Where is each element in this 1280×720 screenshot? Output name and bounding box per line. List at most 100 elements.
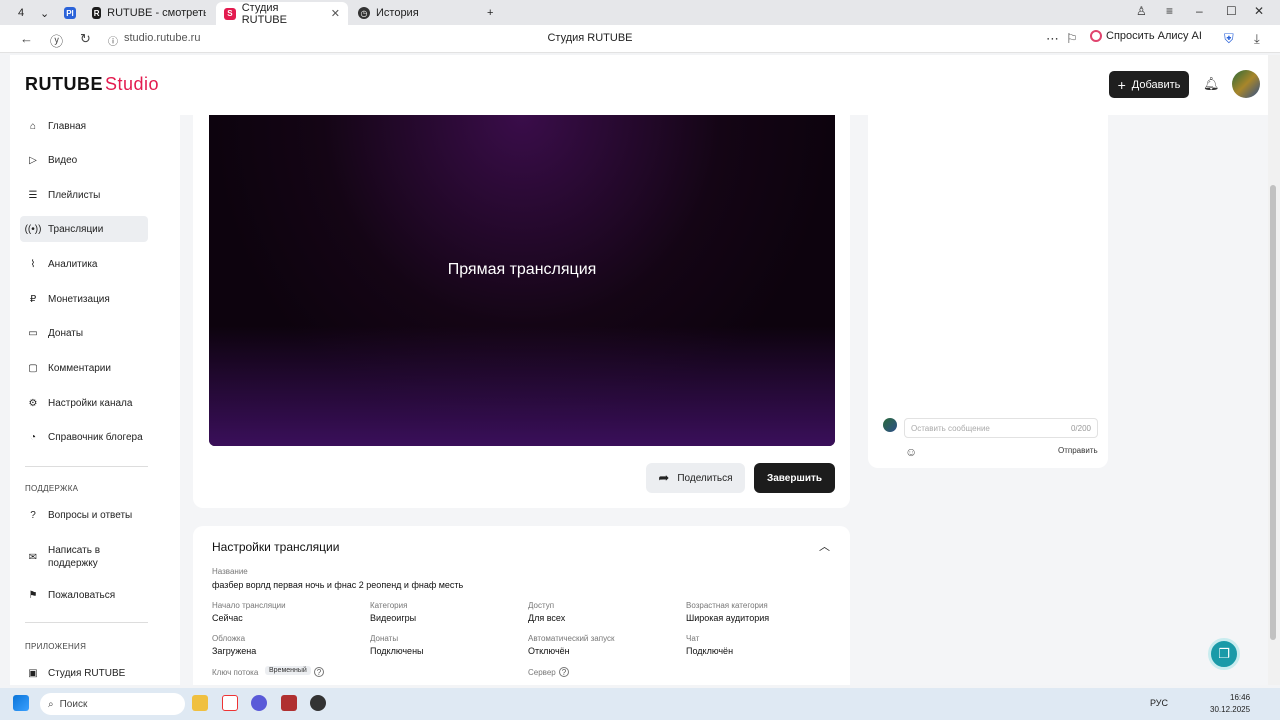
donate-icon: ▭ (28, 327, 38, 339)
language-indicator[interactable]: РУС (1150, 698, 1168, 708)
new-tab-button[interactable]: + (484, 3, 502, 23)
windows-start-icon[interactable] (13, 695, 29, 711)
field-label: Донаты (370, 634, 399, 643)
sidebar-item-donations[interactable]: ▭ Донаты (20, 320, 148, 346)
field-value: Подключены (370, 646, 424, 656)
sidebar-item-report[interactable]: ⚑ Пожаловаться (20, 582, 148, 608)
field-value: Отключён (528, 646, 570, 656)
more-icon[interactable]: ⋯ (1046, 31, 1059, 47)
sidebar-item-studio-app[interactable]: ▣ Студия RUTUBE (20, 660, 148, 686)
field-value: Сейчас (212, 613, 243, 623)
field-label: Ключ потока (212, 668, 259, 677)
temporary-badge: Временный (265, 666, 311, 675)
sidebar-item-monetization[interactable]: ₽ Монетизация (20, 286, 148, 312)
sidebar-item-video[interactable]: ▷ Видео (20, 147, 148, 173)
protect-shield-icon[interactable]: ⛨ (1224, 31, 1234, 47)
profile-icon[interactable]: ♙ (1136, 4, 1147, 18)
field-label: Возрастная категория (686, 601, 768, 610)
end-stream-button[interactable]: Завершить (754, 463, 835, 493)
help-icon[interactable]: ? (314, 667, 324, 677)
divider (25, 622, 148, 623)
maximize-icon[interactable]: ☐ (1226, 4, 1237, 18)
notifications-bell-icon[interactable]: 🔔︎ (1203, 76, 1220, 92)
rutube-favicon-icon: R (92, 7, 102, 19)
studio-favicon-icon: S (224, 7, 236, 20)
address-bar: ← ⓨ ↻ ⓘ studio.rutube.ru Студия RUTUBE ⋯… (0, 25, 1280, 53)
tab-list-chevron-icon[interactable]: ⌄ (40, 3, 56, 23)
history-clock-icon: ◷ (358, 7, 370, 19)
sidebar-item-comments[interactable]: ▢ Комментарии (20, 355, 148, 381)
sidebar-item-channel-settings[interactable]: ⚙ Настройки канала (20, 390, 148, 416)
system-clock[interactable]: 16:46 30.12.2025 (1210, 692, 1250, 716)
tab-counter[interactable]: 4 (14, 3, 34, 23)
pinned-tab[interactable]: Pl (60, 3, 80, 23)
sidebar-item-home[interactable]: ⌂ Главная (20, 113, 148, 139)
bookmark-icon[interactable]: ⚐ (1066, 31, 1078, 47)
field-label: Обложка (212, 634, 246, 643)
app-icon[interactable] (310, 695, 326, 711)
stream-card: Прямая трансляция ➦ Поделиться Завершить (193, 115, 850, 508)
send-button[interactable]: Отправить (1058, 446, 1098, 455)
app-icon: ▣ (28, 667, 38, 679)
add-button[interactable]: + Добавить (1109, 71, 1189, 98)
tab-history[interactable]: ◷ История (350, 3, 480, 23)
taskbar-search[interactable]: ⌕ Поиск (40, 693, 185, 715)
stream-settings-panel: Настройки трансляции ︿ Название фазбер в… (193, 526, 850, 685)
chat-bubbles-icon: ❐ (1218, 646, 1230, 661)
avatar (883, 418, 897, 432)
close-tab-icon[interactable]: ✕ (331, 7, 340, 20)
chat-panel: Оставить сообщение 0/200 ☺ Отправить (868, 115, 1108, 468)
windows-taskbar: ⌕ Поиск РУС 16:46 30.12.2025 (0, 688, 1280, 720)
window-close-icon[interactable]: ✕ (1254, 4, 1264, 18)
share-button[interactable]: ➦ Поделиться (646, 463, 745, 493)
sidebar-item-write-support[interactable]: ✉ Написать в поддержку (20, 540, 148, 574)
field-value: Видеоигры (370, 613, 417, 623)
field-value: Для всех (528, 613, 566, 623)
rutube-studio-logo[interactable]: RUTUBE Studio (25, 74, 159, 95)
file-explorer-icon[interactable] (192, 695, 208, 711)
support-chat-button[interactable]: ❐ (1208, 638, 1240, 670)
sidebar-item-faq[interactable]: ? Вопросы и ответы (20, 502, 148, 528)
search-icon: ⌕ (48, 698, 54, 710)
field-label: Автоматический запуск (528, 634, 615, 643)
share-icon: ➦ (658, 470, 670, 485)
ask-alice-button[interactable]: Спросить Алису AI (1090, 30, 1202, 42)
alice-icon (1090, 30, 1102, 42)
yandex-browser-icon[interactable] (222, 695, 238, 711)
scrollbar-thumb[interactable] (1270, 185, 1276, 640)
comment-icon: ▢ (28, 362, 38, 374)
char-counter: 0/200 (1070, 423, 1091, 433)
broadcast-icon: ((•)) (24, 223, 42, 235)
menu-icon[interactable]: ≡ (1166, 4, 1173, 18)
sidebar-item-analytics[interactable]: ⌇ Аналитика (20, 251, 148, 277)
minimize-icon[interactable]: – (1196, 4, 1203, 18)
divider (25, 466, 148, 467)
field-label: Доступ (528, 601, 555, 610)
mail-icon: ✉ (28, 551, 38, 563)
tab-studio[interactable]: S Студия RUTUBE ✕ (216, 2, 348, 26)
avatar[interactable] (1232, 70, 1260, 98)
plus-icon: + (1117, 76, 1126, 93)
playlist-icon: ☰ (28, 189, 38, 201)
field-value: Загружена (212, 646, 257, 656)
chat-message-input[interactable]: Оставить сообщение 0/200 (904, 418, 1098, 438)
sidebar: ⌂ Главная ▷ Видео ☰ Плейлисты ((•)) Трансляц… (10, 115, 180, 685)
flag-icon: ⚑ (28, 589, 38, 601)
help-icon[interactable]: ? (559, 667, 569, 677)
app-icon[interactable] (281, 695, 297, 711)
video-icon: ▷ (29, 154, 37, 166)
tab-rutube[interactable]: R RUTUBE - смотреть виде (84, 3, 214, 23)
sidebar-item-blogger-guide[interactable]: ◔ Справочник блогера (20, 424, 148, 450)
field-label: Начало трансляции (212, 601, 286, 610)
gear-icon: ⚙ (28, 397, 38, 409)
scrollbar[interactable] (1268, 55, 1280, 685)
sidebar-item-playlists[interactable]: ☰ Плейлисты (20, 182, 148, 208)
field-label: Категория (370, 601, 408, 610)
video-player[interactable]: Прямая трансляция (209, 115, 835, 446)
page-title: Студия RUTUBE (547, 32, 633, 44)
chevron-up-icon[interactable]: ︿ (819, 538, 830, 554)
app-icon[interactable] (251, 695, 267, 711)
downloads-icon[interactable]: ⤓ (1254, 31, 1260, 47)
sidebar-item-streams[interactable]: ((•)) Трансляции (20, 216, 148, 242)
emoji-icon[interactable]: ☺ (905, 445, 917, 459)
